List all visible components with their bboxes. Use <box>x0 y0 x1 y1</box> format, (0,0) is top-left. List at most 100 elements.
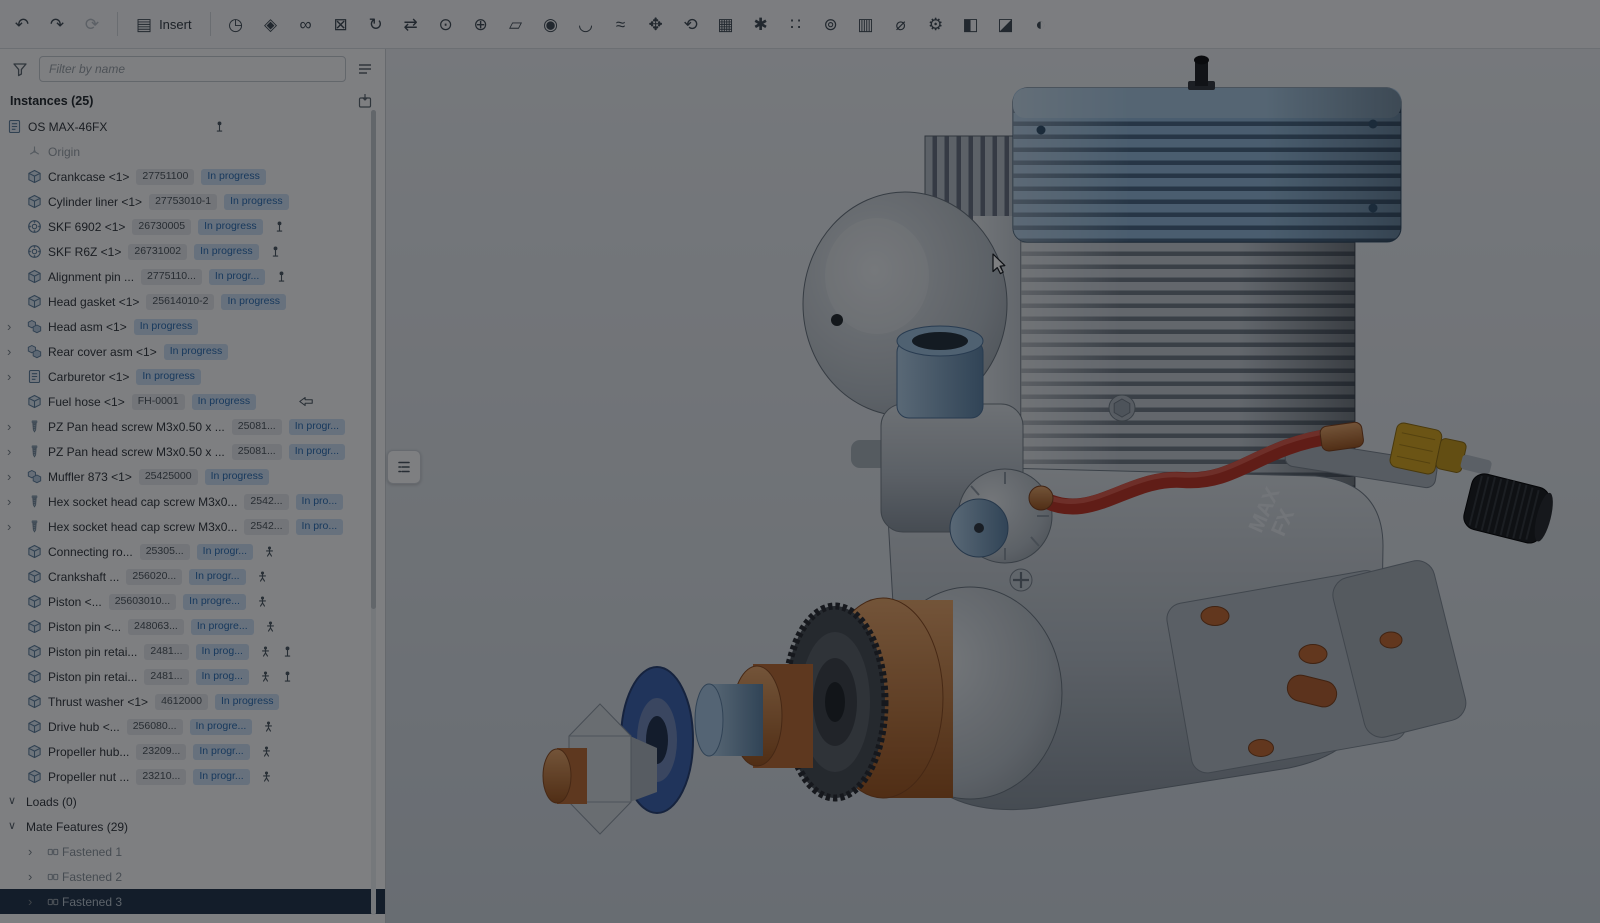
status-badge[interactable]: In progr... <box>193 769 249 785</box>
chevron-right-icon[interactable]: › <box>7 415 11 438</box>
appearance-button[interactable]: ◐ <box>1025 8 1057 40</box>
chevron-right-icon[interactable]: › <box>28 840 32 863</box>
pin-slot-mate-button[interactable]: ⊕ <box>465 8 497 40</box>
tree-item[interactable]: ›Carburetor <1>In progress <box>0 364 385 389</box>
tree-item-root[interactable]: OS MAX-46FX <box>0 114 385 139</box>
rotate-part-button[interactable]: ⟲ <box>675 8 707 40</box>
pin-icon[interactable] <box>276 271 287 282</box>
chevron-right-icon[interactable]: › <box>28 865 32 888</box>
tree-item[interactable]: Piston pin retai...2481...In prog... <box>0 639 385 664</box>
status-badge[interactable]: In progr... <box>209 269 265 285</box>
status-badge[interactable]: In progress <box>205 469 270 485</box>
tree-item[interactable]: Crankcase <1>27751100In progress <box>0 164 385 189</box>
chevron-right-icon[interactable]: › <box>7 440 11 463</box>
viewport-3d[interactable]: MAX FX <box>385 48 1600 923</box>
undo-button[interactable]: ↶ <box>6 8 38 40</box>
history-button[interactable]: ◷ <box>220 8 252 40</box>
status-badge[interactable]: In progress <box>136 369 201 385</box>
tree-item[interactable]: ›Rear cover asm <1>In progress <box>0 339 385 364</box>
scrollbar-thumb[interactable] <box>371 110 376 609</box>
status-badge[interactable]: In pro... <box>296 494 344 510</box>
tree-item[interactable]: ›Hex socket head cap screw M3x0...2542..… <box>0 514 385 539</box>
status-badge[interactable]: In pro... <box>296 519 344 535</box>
tree-item[interactable]: Thrust washer <1>4612000In progress <box>0 689 385 714</box>
person-icon[interactable] <box>257 571 268 582</box>
parallel-mate-button[interactable]: ≈ <box>605 8 637 40</box>
tree-item[interactable]: Alignment pin ...2775110...In progr... <box>0 264 385 289</box>
insert-button[interactable]: ▤Insert <box>127 8 201 40</box>
status-badge[interactable]: In progr... <box>197 544 253 560</box>
status-badge[interactable]: In progr... <box>193 744 249 760</box>
explode-button[interactable]: ✱ <box>745 8 777 40</box>
status-badge[interactable]: In progre... <box>191 619 254 635</box>
rollback-button[interactable]: ⟳ <box>76 8 108 40</box>
tree-item[interactable]: Fuel hose <1>FH-0001In progress <box>0 389 385 414</box>
mate-feature-item[interactable]: ›Fastened 2 <box>0 864 385 889</box>
pin-icon[interactable] <box>214 121 225 132</box>
tree-item-origin[interactable]: Origin <box>0 139 385 164</box>
chevron-down-icon[interactable]: ∨ <box>8 789 16 814</box>
filter-input[interactable] <box>39 56 346 82</box>
chevron-right-icon[interactable]: › <box>7 490 11 513</box>
assembly-list-toggle-button[interactable] <box>387 450 421 484</box>
tree-item[interactable]: Propeller hub...23209...In progr... <box>0 739 385 764</box>
mate-features-section[interactable]: ∨Mate Features (29) <box>0 814 385 839</box>
status-badge[interactable]: In progre... <box>183 594 246 610</box>
mate-feature-item[interactable]: ›Fastened 3 <box>0 889 385 914</box>
status-badge[interactable]: In progress <box>215 694 280 710</box>
status-badge[interactable]: In prog... <box>196 669 249 685</box>
arrow-left-icon[interactable] <box>298 396 314 407</box>
person-icon[interactable] <box>263 721 274 732</box>
measure-button[interactable]: ⌀ <box>885 8 917 40</box>
person-icon[interactable] <box>257 596 268 607</box>
fastened-mate-button[interactable]: ⊠ <box>325 8 357 40</box>
pin-icon[interactable] <box>270 246 281 257</box>
tree-item[interactable]: ›Head asm <1>In progress <box>0 314 385 339</box>
tree-item[interactable]: Drive hub <...256080...In progre... <box>0 714 385 739</box>
chevron-right-icon[interactable]: › <box>7 515 11 538</box>
person-icon[interactable] <box>264 546 275 557</box>
ball-mate-button[interactable]: ◉ <box>535 8 567 40</box>
tree-item[interactable]: Crankshaft ...256020...In progr... <box>0 564 385 589</box>
tree-item[interactable]: SKF R6Z <1>26731002In progress <box>0 239 385 264</box>
circular-pattern-button[interactable]: ⊚ <box>815 8 847 40</box>
display-states-button[interactable]: ◧ <box>955 8 987 40</box>
status-badge[interactable]: In progress <box>192 394 257 410</box>
status-badge[interactable]: In progress <box>134 319 199 335</box>
person-icon[interactable] <box>261 771 272 782</box>
engine-scene[interactable]: MAX FX <box>385 48 1600 923</box>
chevron-right-icon[interactable]: › <box>7 365 11 388</box>
status-badge[interactable]: In prog... <box>196 644 249 660</box>
tree-item[interactable]: ›PZ Pan head screw M3x0.50 x ...25081...… <box>0 414 385 439</box>
status-badge[interactable]: In progr... <box>289 419 345 435</box>
status-badge[interactable]: In progress <box>221 294 286 310</box>
slider-mate-button[interactable]: ⇄ <box>395 8 427 40</box>
move-part-button[interactable]: ✥ <box>640 8 672 40</box>
person-icon[interactable] <box>260 646 271 657</box>
person-icon[interactable] <box>260 671 271 682</box>
person-icon[interactable] <box>265 621 276 632</box>
tree-item[interactable]: ›Muffler 873 <1>25425000In progress <box>0 464 385 489</box>
status-badge[interactable]: In progress <box>164 344 229 360</box>
tree-item[interactable]: SKF 6902 <1>26730005In progress <box>0 214 385 239</box>
cylindrical-mate-button[interactable]: ⊙ <box>430 8 462 40</box>
tree-item[interactable]: Connecting ro...25305...In progr... <box>0 539 385 564</box>
list-options-icon[interactable] <box>355 59 375 79</box>
sidebar-scrollbar[interactable] <box>371 110 376 915</box>
chevron-right-icon[interactable]: › <box>7 340 11 363</box>
tree-item[interactable]: ›PZ Pan head screw M3x0.50 x ...25081...… <box>0 439 385 464</box>
linear-pattern-button[interactable]: ∷ <box>780 8 812 40</box>
chevron-right-icon[interactable]: › <box>7 315 11 338</box>
redo-button[interactable]: ↷ <box>41 8 73 40</box>
tree-item[interactable]: Head gasket <1>25614010-2In progress <box>0 289 385 314</box>
tree-item[interactable]: Cylinder liner <1>27753010-1In progress <box>0 189 385 214</box>
status-badge[interactable]: In progr... <box>289 444 345 460</box>
insert-instance-icon[interactable] <box>355 91 375 111</box>
chevron-down-icon[interactable]: ∨ <box>8 814 16 839</box>
tree-item[interactable]: ›Hex socket head cap screw M3x0...2542..… <box>0 489 385 514</box>
person-icon[interactable] <box>261 746 272 757</box>
pin-icon[interactable] <box>274 221 285 232</box>
mate-button[interactable]: ◈ <box>255 8 287 40</box>
mate-feature-item[interactable]: ›Fastened 1 <box>0 839 385 864</box>
status-badge[interactable]: In progress <box>201 169 266 185</box>
